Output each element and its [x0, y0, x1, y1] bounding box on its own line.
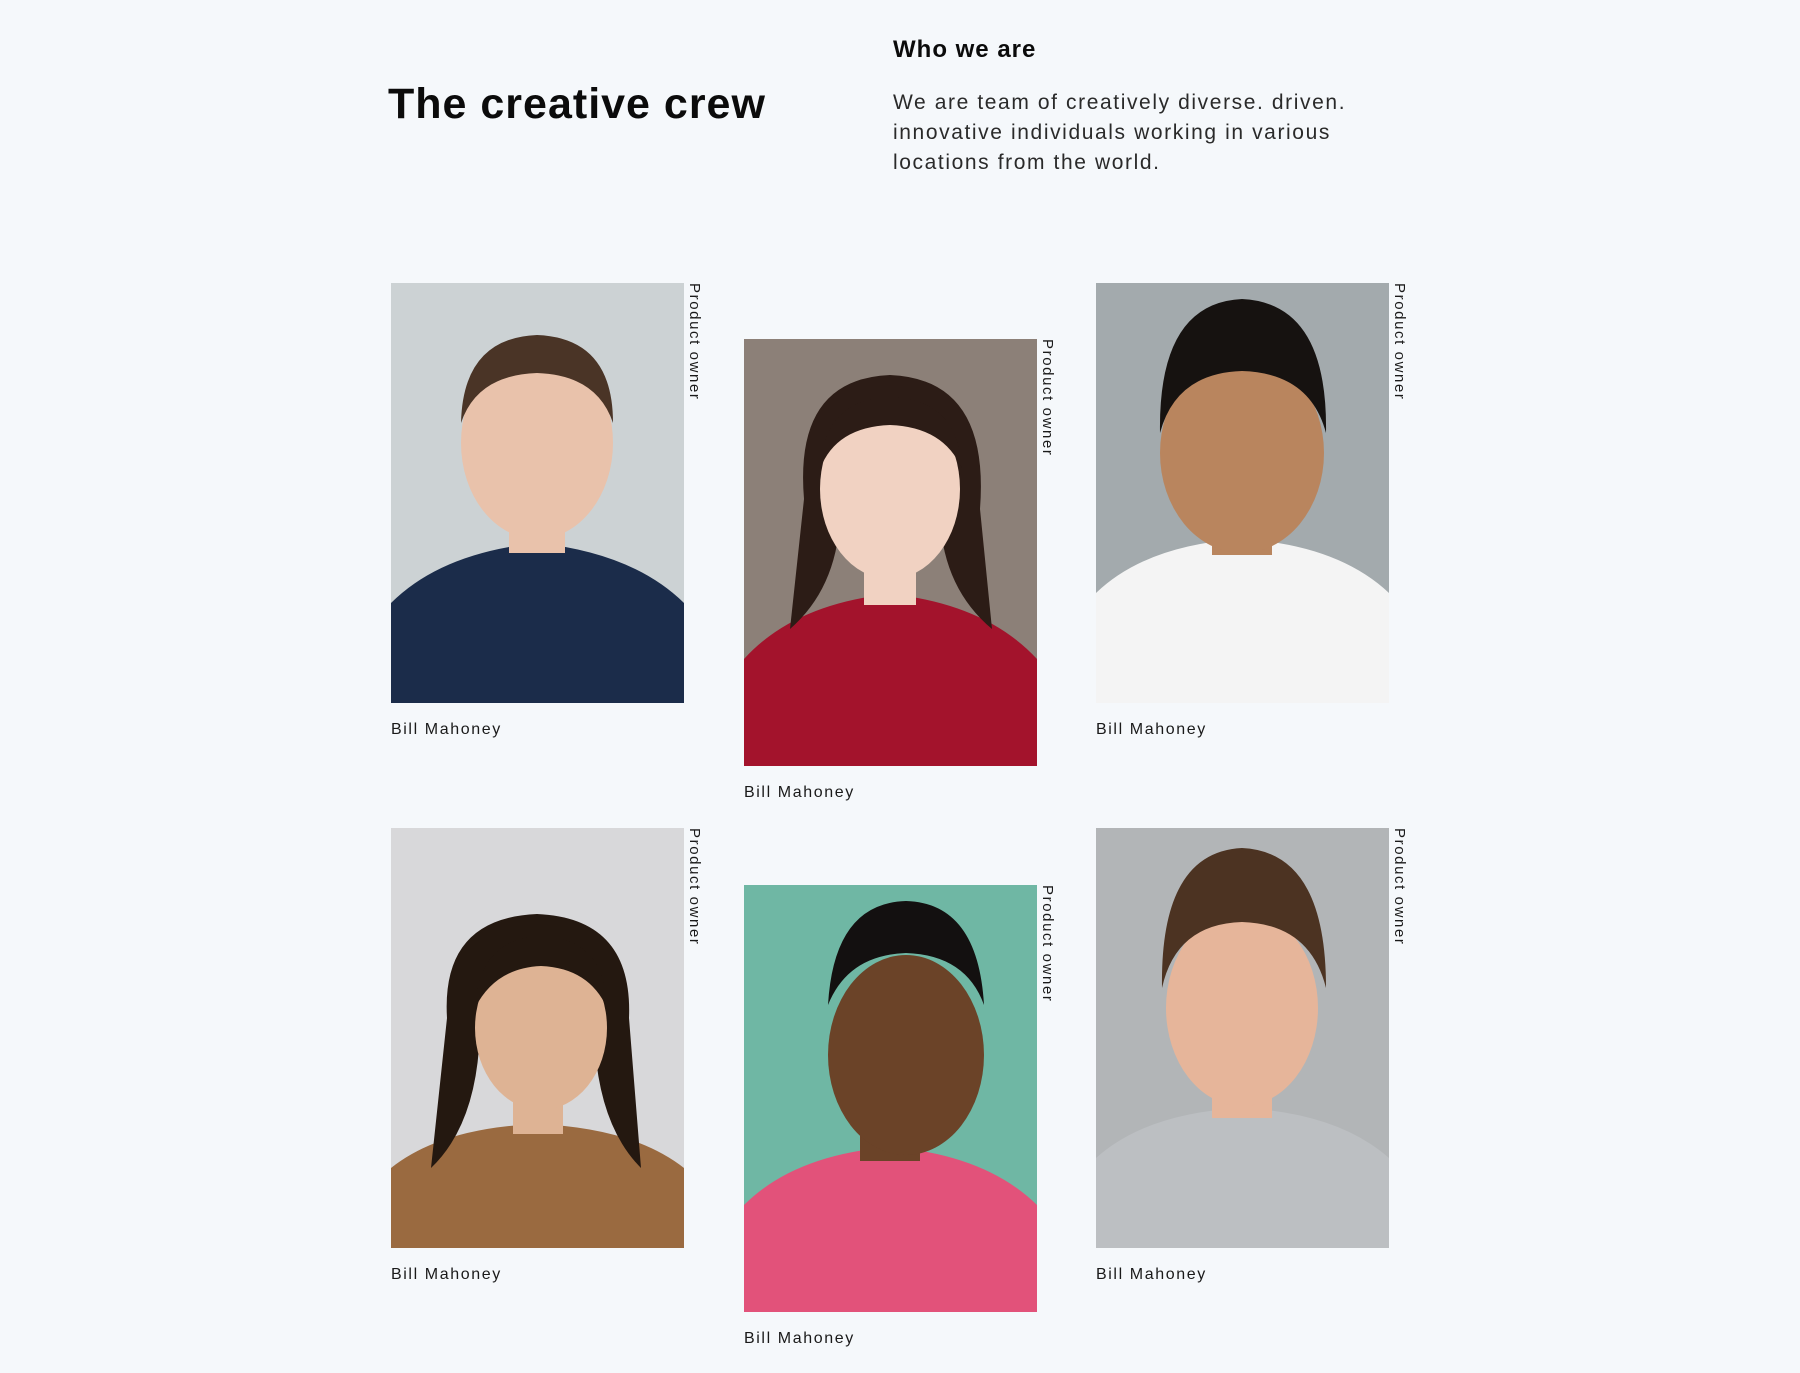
team-member-card: Product owner Bill Mahoney: [1096, 283, 1408, 739]
who-we-are-heading: Who we are: [893, 36, 1037, 63]
team-member-name: Bill Mahoney: [744, 784, 855, 801]
team-member-name: Bill Mahoney: [391, 721, 502, 738]
team-member-photo: [744, 339, 1037, 766]
team-member-photo: [1096, 828, 1389, 1248]
team-member-card: Product owner Bill Mahoney: [744, 885, 1056, 1348]
team-member-role: Product owner: [1391, 283, 1408, 401]
team-member-role: Product owner: [1039, 885, 1056, 1003]
team-member-name: Bill Mahoney: [391, 1266, 502, 1283]
team-member-role: Product owner: [1039, 339, 1056, 457]
page-title: The creative crew: [388, 80, 766, 128]
team-member-role: Product owner: [686, 283, 703, 401]
team-member-role: Product owner: [686, 828, 703, 946]
team-member-name: Bill Mahoney: [1096, 721, 1207, 738]
team-member-name: Bill Mahoney: [1096, 1266, 1207, 1283]
who-we-are-text: We are team of creatively diverse. drive…: [893, 91, 1347, 174]
team-member-card: Product owner Bill Mahoney: [391, 828, 703, 1284]
team-member-role: Product owner: [1391, 828, 1408, 946]
team-member-card: Product owner Bill Mahoney: [744, 339, 1056, 802]
team-member-card: Product owner Bill Mahoney: [1096, 828, 1408, 1284]
team-member-card: Product owner Bill Mahoney: [391, 283, 703, 739]
team-member-name: Bill Mahoney: [744, 1330, 855, 1347]
team-member-photo: [1096, 283, 1389, 703]
team-member-photo: [391, 283, 684, 703]
team-member-photo: [744, 885, 1037, 1312]
team-member-photo: [391, 828, 684, 1248]
